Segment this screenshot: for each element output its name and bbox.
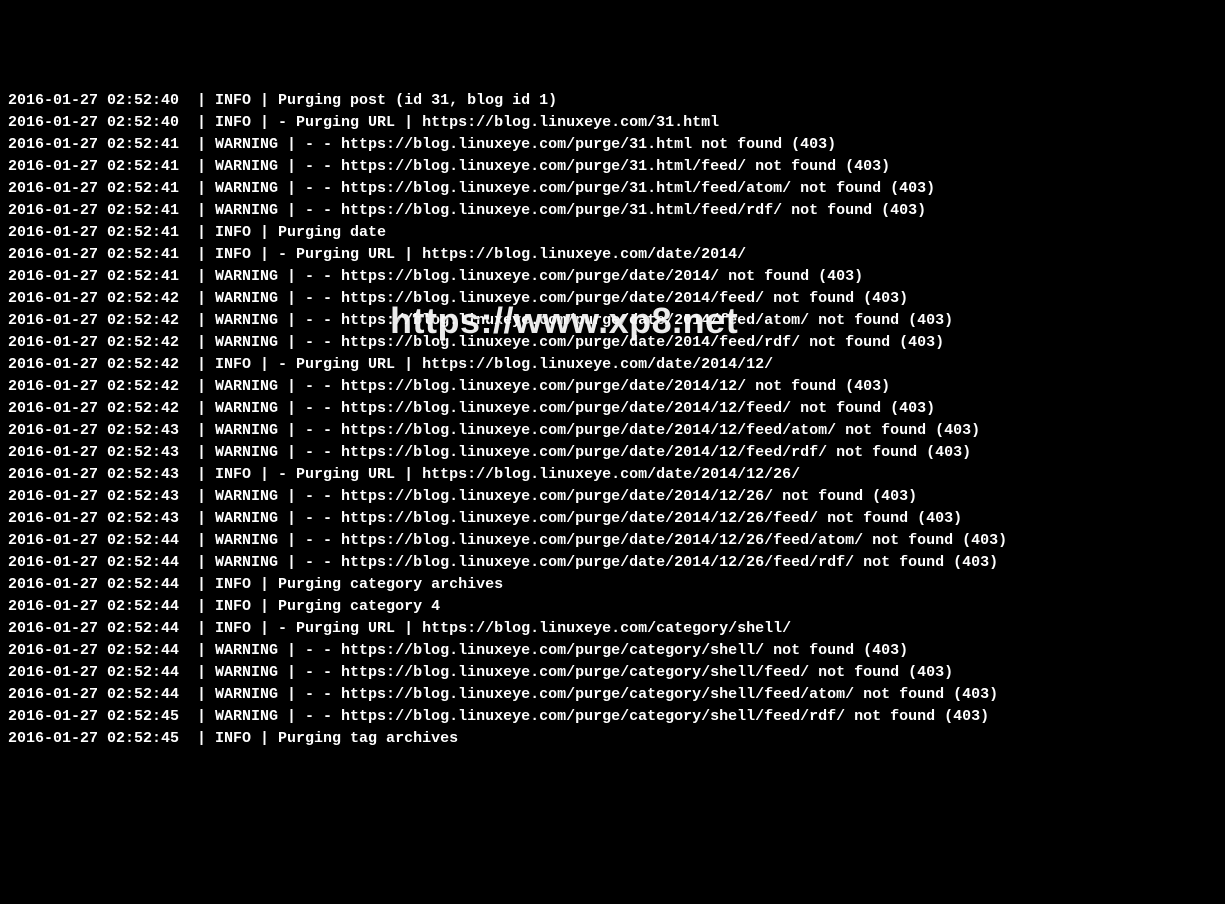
log-line: 2016-01-27 02:52:42 | WARNING | - - http… — [8, 310, 1225, 332]
log-line: 2016-01-27 02:52:41 | WARNING | - - http… — [8, 200, 1225, 222]
log-line: 2016-01-27 02:52:41 | INFO | Purging dat… — [8, 222, 1225, 244]
terminal-log-output: 2016-01-27 02:52:40 | INFO | Purging pos… — [8, 90, 1225, 750]
log-line: 2016-01-27 02:52:42 | INFO | - Purging U… — [8, 354, 1225, 376]
log-line: 2016-01-27 02:52:41 | WARNING | - - http… — [8, 178, 1225, 200]
log-line: 2016-01-27 02:52:44 | WARNING | - - http… — [8, 684, 1225, 706]
log-line: 2016-01-27 02:52:41 | WARNING | - - http… — [8, 134, 1225, 156]
log-line: 2016-01-27 02:52:44 | WARNING | - - http… — [8, 552, 1225, 574]
log-line: 2016-01-27 02:52:42 | WARNING | - - http… — [8, 398, 1225, 420]
log-line: 2016-01-27 02:52:45 | INFO | Purging tag… — [8, 728, 1225, 750]
log-line: 2016-01-27 02:52:40 | INFO | Purging pos… — [8, 90, 1225, 112]
log-line: 2016-01-27 02:52:44 | INFO | Purging cat… — [8, 574, 1225, 596]
log-line: 2016-01-27 02:52:43 | WARNING | - - http… — [8, 442, 1225, 464]
log-line: 2016-01-27 02:52:43 | WARNING | - - http… — [8, 508, 1225, 530]
log-line: 2016-01-27 02:52:43 | WARNING | - - http… — [8, 486, 1225, 508]
log-line: 2016-01-27 02:52:45 | WARNING | - - http… — [8, 706, 1225, 728]
log-line: 2016-01-27 02:52:44 | WARNING | - - http… — [8, 662, 1225, 684]
log-line: 2016-01-27 02:52:42 | WARNING | - - http… — [8, 376, 1225, 398]
log-line: 2016-01-27 02:52:41 | INFO | - Purging U… — [8, 244, 1225, 266]
log-line: 2016-01-27 02:52:44 | INFO | Purging cat… — [8, 596, 1225, 618]
log-line: 2016-01-27 02:52:43 | WARNING | - - http… — [8, 420, 1225, 442]
log-line: 2016-01-27 02:52:44 | INFO | - Purging U… — [8, 618, 1225, 640]
log-line: 2016-01-27 02:52:41 | WARNING | - - http… — [8, 156, 1225, 178]
log-line: 2016-01-27 02:52:41 | WARNING | - - http… — [8, 266, 1225, 288]
log-line: 2016-01-27 02:52:40 | INFO | - Purging U… — [8, 112, 1225, 134]
log-line: 2016-01-27 02:52:42 | WARNING | - - http… — [8, 288, 1225, 310]
log-line: 2016-01-27 02:52:42 | WARNING | - - http… — [8, 332, 1225, 354]
log-line: 2016-01-27 02:52:44 | WARNING | - - http… — [8, 530, 1225, 552]
log-line: 2016-01-27 02:52:43 | INFO | - Purging U… — [8, 464, 1225, 486]
